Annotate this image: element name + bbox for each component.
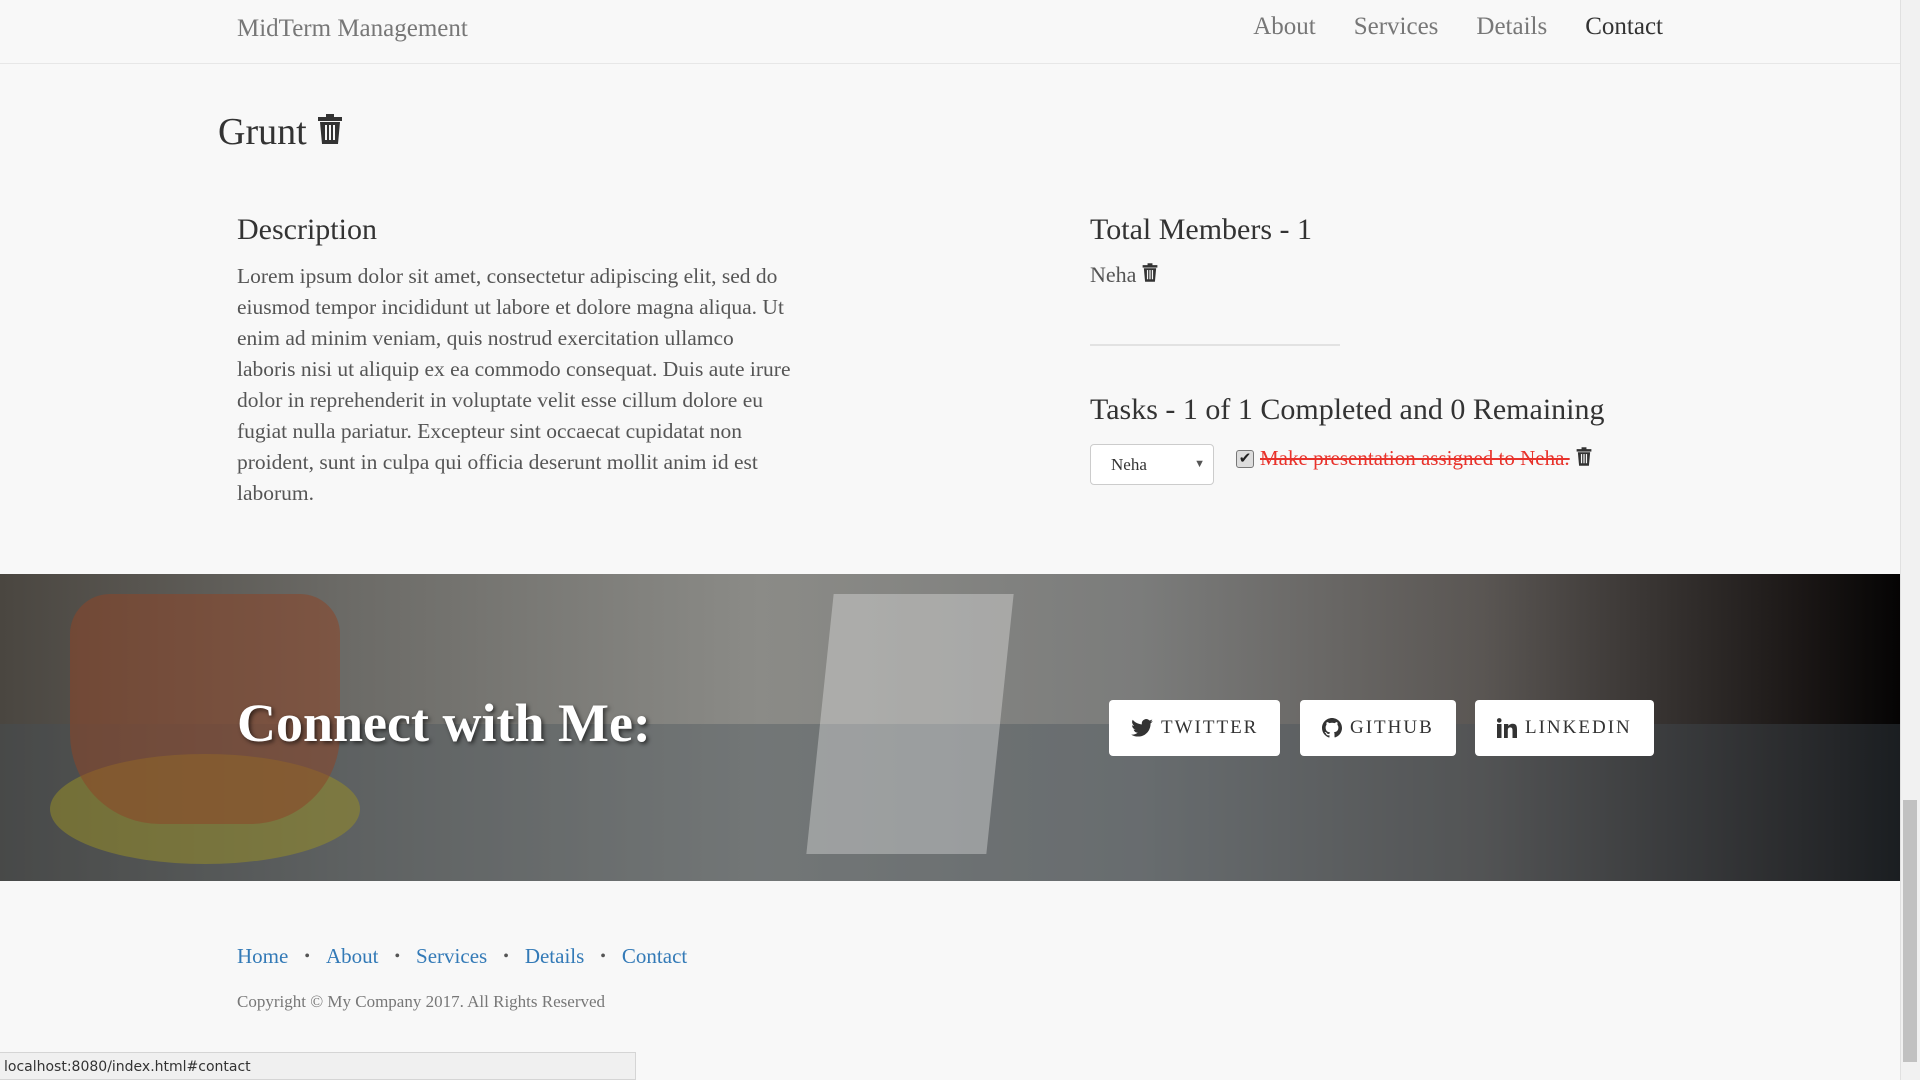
linkedin-icon — [1497, 718, 1517, 738]
page-scrollbar[interactable] — [1900, 0, 1920, 1080]
description-text: Lorem ipsum dolor sit amet, consectetur … — [237, 264, 791, 505]
footer-link-home[interactable]: Home — [237, 944, 288, 969]
select-caret-icon: ▼ — [1194, 458, 1205, 470]
connect-banner: Connect with Me: TWITTER GITHUB LINKEDIN — [0, 574, 1900, 881]
project-title-text: Grunt — [218, 111, 307, 153]
section-divider — [1090, 344, 1340, 346]
member-item: Neha — [1090, 262, 1158, 288]
nav-services[interactable]: Services — [1354, 13, 1439, 41]
footer-link-about[interactable]: About — [326, 944, 379, 969]
delete-member-trash-icon[interactable] — [1142, 262, 1158, 288]
nav-contact[interactable]: Contact — [1585, 13, 1663, 41]
footer-separator: • — [503, 947, 509, 965]
twitter-button[interactable]: TWITTER — [1109, 700, 1281, 756]
connect-heading: Connect with Me: — [237, 693, 651, 753]
task-text: Make presentation assigned to Neha. — [1260, 446, 1570, 470]
twitter-icon — [1131, 719, 1153, 737]
banner-photo-paper — [806, 594, 1014, 854]
linkedin-label: LINKEDIN — [1525, 717, 1632, 738]
linkedin-button[interactable]: LINKEDIN — [1475, 700, 1654, 756]
brand-link[interactable]: MidTerm Management — [237, 15, 468, 43]
browser-status-bar: localhost:8080/index.html#contact — [0, 1052, 636, 1080]
task-item: ✔ Make presentation assigned to Neha. — [1236, 446, 1592, 471]
github-icon — [1322, 718, 1342, 738]
footer-link-details[interactable]: Details — [525, 944, 584, 969]
project-title: Grunt — [218, 110, 343, 154]
footer-separator: • — [600, 947, 606, 965]
members-heading: Total Members - 1 — [1090, 213, 1313, 246]
twitter-label: TWITTER — [1161, 717, 1259, 738]
navbar: MidTerm Management About Services Detail… — [0, 0, 1900, 64]
github-label: GITHUB — [1350, 717, 1434, 738]
delete-task-trash-icon[interactable] — [1576, 446, 1592, 471]
description-heading: Description — [237, 213, 377, 246]
delete-project-trash-icon[interactable] — [317, 110, 343, 154]
nav-about[interactable]: About — [1253, 13, 1316, 41]
footer-nav: Home • About • Services • Details • Cont… — [237, 944, 687, 969]
assignee-select[interactable]: Neha ▼ — [1090, 444, 1214, 485]
nav-links: About Services Details Contact — [1253, 13, 1663, 41]
scrollbar-thumb[interactable] — [1903, 800, 1917, 1062]
nav-details[interactable]: Details — [1476, 13, 1547, 41]
member-name: Neha — [1090, 262, 1137, 287]
task-checkbox[interactable]: ✔ — [1236, 449, 1254, 468]
copyright-text: Copyright © My Company 2017. All Rights … — [237, 992, 606, 1011]
github-button[interactable]: GITHUB — [1300, 700, 1456, 756]
assignee-select-value: Neha — [1111, 454, 1147, 474]
footer-link-services[interactable]: Services — [416, 944, 487, 969]
footer-separator: • — [394, 947, 401, 965]
footer-separator: • — [304, 947, 310, 965]
footer-link-contact[interactable]: Contact — [622, 944, 687, 969]
tasks-heading: Tasks - 1 of 1 Completed and 0 Remaining — [1090, 393, 1605, 426]
